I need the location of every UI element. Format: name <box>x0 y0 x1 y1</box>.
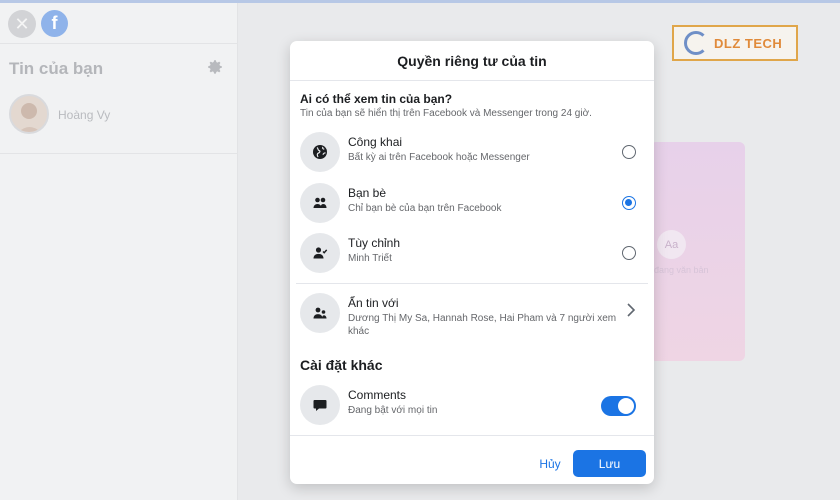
sidebar-divider <box>0 153 238 154</box>
option-custom[interactable]: Tùy chỉnh Minh Triết <box>300 230 646 276</box>
radio-public[interactable] <box>622 145 636 159</box>
sidebar-divider <box>0 43 238 44</box>
comment-icon <box>300 385 340 425</box>
text-story-caption: đang văn bản <box>654 265 709 275</box>
dialog-header: Quyền riêng tư của tin <box>290 41 654 81</box>
chevron-right-icon <box>626 302 636 318</box>
radio-friends[interactable] <box>622 196 636 210</box>
option-title: Bạn bè <box>348 186 387 200</box>
brand-name: DLZ TECH <box>714 35 783 51</box>
sidebar-title: Tin của bạn <box>9 59 104 78</box>
option-title: Tùy chỉnh <box>348 236 401 250</box>
save-button[interactable]: Lưu <box>573 450 646 477</box>
other-settings-heading: Cài đặt khác <box>300 357 383 373</box>
story-privacy-dialog: Quyền riêng tư của tin Ai có thể xem tin… <box>290 41 654 484</box>
facebook-logo[interactable]: f <box>41 10 68 37</box>
cancel-button[interactable]: Hủy <box>530 453 570 475</box>
option-subtitle: Bất kỳ ai trên Facebook hoặc Messenger <box>348 152 530 163</box>
comments-title: Comments <box>348 388 407 402</box>
comments-toggle[interactable] <box>601 396 636 416</box>
option-title: Công khai <box>348 135 403 149</box>
dialog-title: Quyền riêng tư của tin <box>397 52 547 69</box>
friends-icon <box>300 183 340 223</box>
option-public[interactable]: Công khai Bất kỳ ai trên Facebook hoặc M… <box>300 129 646 175</box>
facebook-icon: f <box>51 13 58 33</box>
brand-logo: DLZ TECH <box>672 25 798 61</box>
option-friends[interactable]: Bạn bè Chỉ bạn bè của bạn trên Facebook <box>300 180 646 226</box>
option-subtitle: Minh Triết <box>348 253 392 264</box>
gear-icon[interactable] <box>206 58 224 76</box>
close-icon: ✕ <box>14 13 30 34</box>
text-style-label: Aa <box>664 238 679 251</box>
close-button[interactable]: ✕ <box>8 10 36 38</box>
section-divider <box>296 283 648 284</box>
hide-users-icon <box>300 293 340 333</box>
brand-mark-icon <box>684 31 708 55</box>
comments-setting[interactable]: Comments Đang bật với mọi tin <box>300 382 646 428</box>
hide-story-title: Ẩn tin với <box>348 296 399 310</box>
footer-divider <box>290 435 654 436</box>
audience-question-subtitle: Tin của bạn sẽ hiển thị trên Facebook và… <box>300 108 592 119</box>
user-name[interactable]: Hoàng Vy <box>58 108 110 122</box>
hide-story-subtitle: Dương Thị My Sa, Hannah Rose, Hai Pham v… <box>348 313 617 337</box>
hide-story-from[interactable]: Ẩn tin với Dương Thị My Sa, Hannah Rose,… <box>300 290 646 338</box>
globe-icon <box>300 132 340 172</box>
option-subtitle: Chỉ bạn bè của bạn trên Facebook <box>348 203 502 214</box>
custom-user-icon <box>300 233 340 273</box>
comments-subtitle: Đang bật với mọi tin <box>348 405 438 416</box>
avatar[interactable] <box>9 94 49 134</box>
stories-sidebar: ✕ f Tin của bạn Hoàng Vy <box>0 3 238 500</box>
text-style-icon: Aa <box>657 230 686 259</box>
radio-custom[interactable] <box>622 246 636 260</box>
audience-question: Ai có thể xem tin của bạn? <box>300 92 453 106</box>
